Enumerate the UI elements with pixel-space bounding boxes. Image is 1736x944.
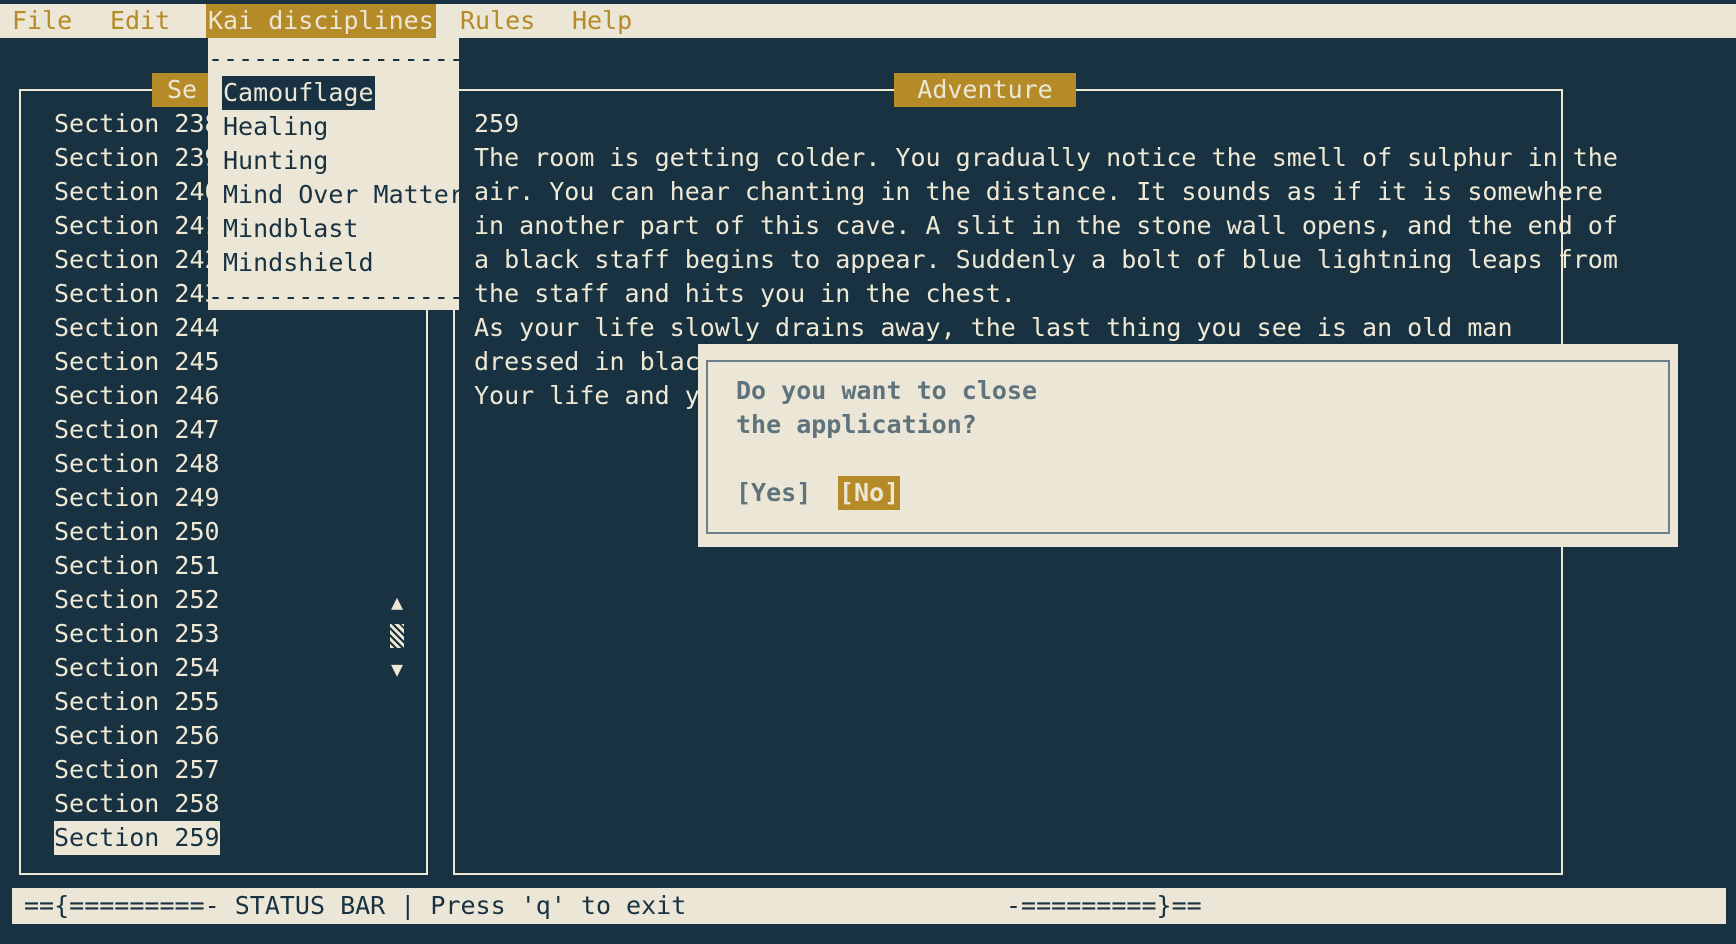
section-item[interactable]: Section 243 xyxy=(54,277,220,311)
menu-edit[interactable]: Edit xyxy=(108,4,172,38)
section-item[interactable]: Section 257 xyxy=(54,753,220,787)
dialog-message-line: Do you want to close xyxy=(736,376,1038,405)
sections-panel-title: Se xyxy=(152,73,212,107)
adventure-line: As your life slowly drains away, the las… xyxy=(474,313,1513,342)
menu-kai-disciplines[interactable]: Kai disciplines xyxy=(206,4,436,38)
adventure-panel-title: Adventure xyxy=(894,73,1076,107)
section-item[interactable]: Section 241 xyxy=(54,209,220,243)
section-item[interactable]: Section 250 xyxy=(54,515,220,549)
kai-disciplines-dropdown: ------------------- Camouflage Healing H… xyxy=(208,38,459,310)
adventure-line: a black staff begins to appear. Suddenly… xyxy=(474,245,1618,274)
status-bar-left-text: =={=========- STATUS BAR | Press 'q' to … xyxy=(24,891,687,920)
menu-help[interactable]: Help xyxy=(570,4,634,38)
section-item[interactable]: Section 239 xyxy=(54,141,220,175)
section-item[interactable]: Section 240 xyxy=(54,175,220,209)
scroll-down-arrow-icon[interactable]: ▼ xyxy=(388,655,406,683)
menu-rules[interactable]: Rules xyxy=(458,4,537,38)
section-item[interactable]: Section 245 xyxy=(54,345,220,379)
section-item[interactable]: Section 249 xyxy=(54,481,220,515)
adventure-line: the staff and hits you in the chest. xyxy=(474,279,1016,308)
section-item[interactable]: Section 251 xyxy=(54,549,220,583)
no-button[interactable]: [No] xyxy=(838,476,901,510)
dialog-frame: Do you want to close the application? [Y… xyxy=(706,360,1670,534)
discipline-mindblast[interactable]: Mindblast xyxy=(222,212,359,246)
dropdown-separator: ------------------- xyxy=(208,282,459,310)
adventure-line: dressed in black xyxy=(474,347,715,376)
scroll-up-arrow-icon[interactable]: ▲ xyxy=(388,588,406,616)
section-item[interactable]: Section 258 xyxy=(54,787,220,821)
adventure-line: The room is getting colder. You graduall… xyxy=(474,143,1618,172)
status-bar-right-text: -=========}== xyxy=(1006,891,1202,920)
section-item[interactable]: Section 244 xyxy=(54,311,220,345)
adventure-line: in another part of this cave. A slit in … xyxy=(474,211,1618,240)
section-item[interactable]: Section 246 xyxy=(54,379,220,413)
scrollbar-thumb[interactable] xyxy=(390,624,404,648)
section-item[interactable]: Section 242 xyxy=(54,243,220,277)
discipline-healing[interactable]: Healing xyxy=(222,110,329,144)
close-confirm-dialog: Do you want to close the application? [Y… xyxy=(698,344,1678,547)
section-item[interactable]: Section 248 xyxy=(54,447,220,481)
section-item-selected[interactable]: Section 259 xyxy=(54,821,220,855)
discipline-hunting[interactable]: Hunting xyxy=(222,144,329,178)
section-item[interactable]: Section 247 xyxy=(54,413,220,447)
menu-file[interactable]: File xyxy=(10,4,74,38)
status-bar: =={=========- STATUS BAR | Press 'q' to … xyxy=(12,888,1726,924)
section-item[interactable]: Section 253 xyxy=(54,617,220,651)
adventure-line: air. You can hear chanting in the distan… xyxy=(474,177,1603,206)
section-item[interactable]: Section 238 xyxy=(54,107,220,141)
dialog-message-line: the application? xyxy=(736,410,977,439)
discipline-mind-over-matter[interactable]: Mind Over Matter xyxy=(222,178,459,212)
adventure-line: Your life and yo xyxy=(474,381,715,410)
dropdown-separator: ------------------- xyxy=(208,44,459,73)
discipline-mindshield[interactable]: Mindshield xyxy=(222,246,375,280)
menu-bar: File Edit Kai disciplines Rules Help xyxy=(0,4,1736,38)
section-item[interactable]: Section 254 xyxy=(54,651,220,685)
yes-button[interactable]: [Yes] xyxy=(736,476,811,510)
discipline-camouflage[interactable]: Camouflage xyxy=(222,76,375,110)
section-item[interactable]: Section 255 xyxy=(54,685,220,719)
section-item[interactable]: Section 256 xyxy=(54,719,220,753)
adventure-line: 259 xyxy=(474,109,520,138)
section-item[interactable]: Section 252 xyxy=(54,583,220,617)
